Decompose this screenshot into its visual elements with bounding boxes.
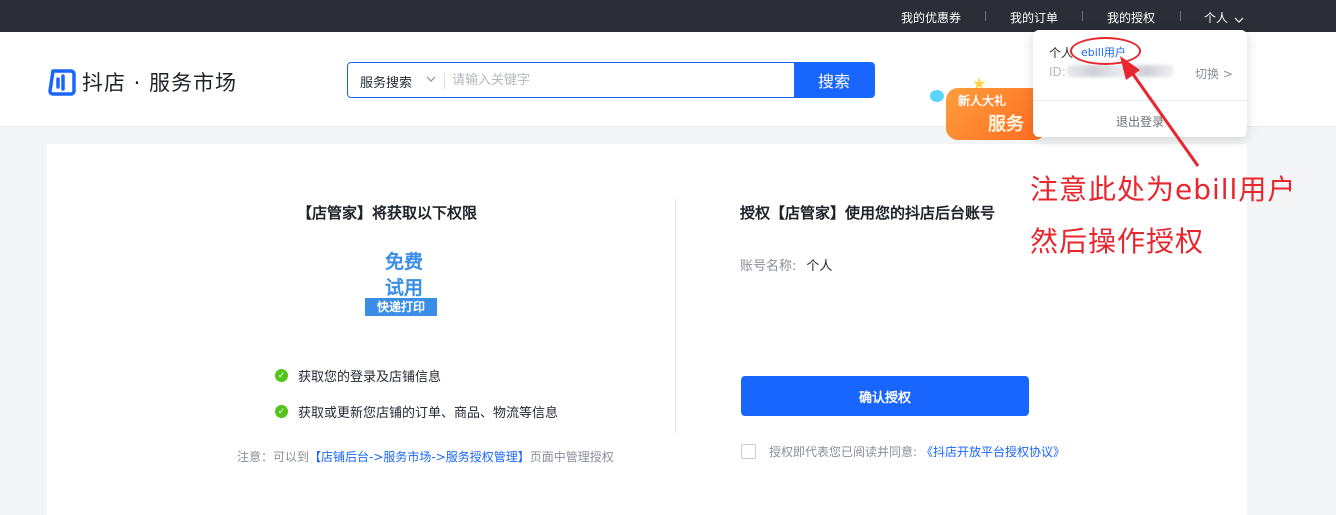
permission-item: ✓ 获取您的登录及店铺信息 — [275, 366, 441, 385]
search-button[interactable]: 搜索 — [794, 63, 874, 97]
agreement-checkbox[interactable] — [741, 444, 756, 459]
logout-button[interactable]: 退出登录 — [1033, 113, 1247, 130]
user-id-redacted — [1067, 65, 1173, 77]
account-name-row: 账号名称: 个人 — [740, 255, 832, 274]
divider — [1033, 100, 1247, 101]
search-input[interactable] — [452, 68, 782, 92]
annotation-line2: 然后操作授权 — [1030, 225, 1205, 258]
permissions-title: 【店管家】将获取以下权限 — [297, 204, 478, 222]
authorize-title: 授权【店管家】使用您的抖店后台账号 — [740, 204, 996, 222]
manage-note: 注意：可以到【店铺后台->服务市场->服务授权管理】页面中管理授权 — [237, 448, 614, 465]
promo-banner[interactable]: ★ 新人大礼 服务 — [928, 72, 1048, 142]
switch-account-link[interactable]: 切换 > — [1195, 65, 1233, 82]
app-logo: 免费 试用 快递打印 — [365, 246, 437, 318]
my-authorizations-link[interactable]: 我的授权 — [1107, 9, 1155, 26]
account-name-label: 账号名称: — [740, 259, 797, 274]
app-logo-line3: 快递打印 — [365, 298, 437, 316]
annotation-line1: 注意此处为ebill用户 — [1030, 173, 1297, 206]
user-dropdown: 个人 ebill用户 ID: 切换 > 退出登录 — [1033, 30, 1247, 137]
agreement-text: 授权即代表您已阅读并同意: — [769, 445, 918, 459]
search-type-select[interactable]: 服务搜索 — [360, 72, 412, 91]
chevron-down-icon — [1234, 12, 1244, 26]
promo-banner-line1: 新人大礼 — [958, 94, 1007, 108]
check-circle-icon: ✓ — [275, 405, 288, 418]
app-logo-line1: 免费 — [385, 251, 424, 273]
agreement-row: 授权即代表您已阅读并同意: 《抖店开放平台授权协议》 — [741, 443, 1065, 460]
user-menu-label: 个人 — [1204, 11, 1229, 25]
user-id-label: ID: — [1049, 65, 1066, 79]
logo-text: 抖店 · 服务市场 — [82, 71, 238, 95]
user-menu[interactable]: 个人 — [1204, 9, 1244, 26]
divider — [444, 73, 445, 89]
app-logo-line2: 试用 — [385, 277, 424, 299]
note-prefix: 注意：可以到 — [237, 450, 310, 464]
annotation-ellipse — [1070, 37, 1141, 65]
separator — [1180, 11, 1181, 21]
promo-banner-line2: 服务 — [988, 114, 1024, 135]
confirm-authorization-button[interactable]: 确认授权 — [741, 376, 1029, 416]
site-logo[interactable]: 抖店 · 服务市场 — [46, 67, 237, 97]
permission-label: 获取或更新您店铺的订单、商品、物流等信息 — [298, 406, 559, 421]
account-name-value: 个人 — [806, 259, 833, 274]
note-suffix: 页面中管理授权 — [529, 450, 614, 464]
check-circle-icon: ✓ — [275, 369, 288, 382]
doudian-logo-icon — [46, 67, 76, 97]
separator — [985, 11, 986, 21]
my-orders-link[interactable]: 我的订单 — [1010, 9, 1058, 26]
gem-icon — [930, 90, 944, 102]
permission-item: ✓ 获取或更新您店铺的订单、商品、物流等信息 — [275, 402, 558, 421]
search-bar: 服务搜索 搜索 — [347, 62, 875, 98]
separator — [1082, 11, 1083, 21]
vertical-divider — [675, 199, 676, 433]
my-coupons-link[interactable]: 我的优惠券 — [901, 9, 961, 26]
manage-authorization-link[interactable]: 【店铺后台->服务市场->服务授权管理】 — [309, 450, 530, 464]
chevron-down-icon — [426, 72, 436, 85]
top-nav-bar: 我的优惠券 我的订单 我的授权 个人 — [0, 0, 1336, 32]
permission-label: 获取您的登录及店铺信息 — [298, 370, 442, 385]
agreement-link[interactable]: 《抖店开放平台授权协议》 — [921, 443, 1065, 460]
